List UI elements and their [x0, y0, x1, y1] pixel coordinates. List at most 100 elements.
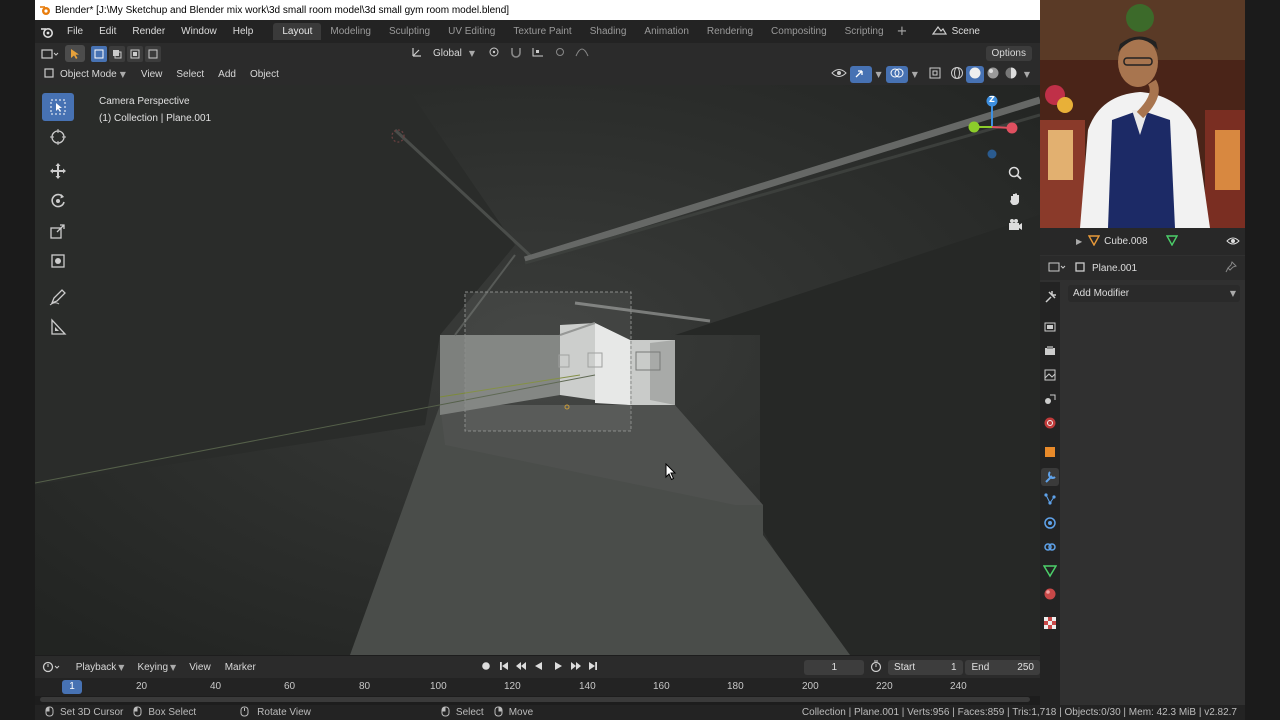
tool-select-box[interactable] — [42, 93, 74, 121]
pan-hand-icon[interactable] — [1007, 191, 1023, 210]
jump-keyframe-forward-icon[interactable] — [567, 661, 585, 674]
select-tool-icon[interactable] — [65, 45, 85, 62]
scene-name[interactable]: Scene — [952, 26, 1040, 37]
selection-mode-subtract-icon[interactable] — [127, 45, 143, 62]
tool-scale[interactable] — [42, 217, 74, 245]
timeline-menu-view[interactable]: View — [182, 662, 218, 673]
jump-start-icon[interactable] — [496, 661, 512, 674]
menu-help[interactable]: Help — [225, 26, 262, 37]
selection-mode-intersect-icon[interactable] — [145, 45, 161, 62]
tab-object-icon[interactable] — [1043, 445, 1057, 462]
tab-constraints-icon[interactable] — [1043, 540, 1057, 557]
object-mode-dropdown[interactable]: Object Mode — [58, 69, 120, 80]
options-dropdown[interactable]: Options — [985, 46, 1032, 61]
timeline-menu-marker[interactable]: Marker — [218, 662, 263, 673]
tab-sculpting[interactable]: Sculpting — [380, 23, 439, 40]
frame-start-field[interactable]: Start 1 — [888, 659, 963, 675]
add-workspace-icon[interactable]: + — [893, 24, 912, 39]
outliner-item[interactable]: ▶ Cube.008 — [1076, 234, 1178, 249]
transform-orientation-dropdown[interactable]: Global — [426, 48, 469, 59]
tool-move[interactable] — [42, 157, 74, 185]
add-modifier-dropdown[interactable]: Add Modifier ▼ — [1068, 285, 1240, 302]
shading-rendered-icon[interactable] — [1002, 66, 1020, 83]
jump-end-icon[interactable] — [585, 661, 601, 674]
tab-output-icon[interactable] — [1043, 344, 1057, 361]
tab-animation[interactable]: Animation — [635, 23, 697, 40]
timeline-menu-playback[interactable]: Playback — [69, 662, 119, 673]
current-frame-field[interactable]: 1 — [804, 659, 865, 675]
tab-uv-editing[interactable]: UV Editing — [439, 23, 504, 40]
tool-transform[interactable] — [42, 247, 74, 275]
tool-rotate[interactable] — [42, 187, 74, 215]
tab-view-layer-icon[interactable] — [1043, 368, 1057, 385]
zoom-icon[interactable] — [1007, 165, 1023, 184]
selection-mode-extend-icon[interactable] — [109, 45, 125, 62]
tab-scene-icon[interactable] — [1043, 392, 1057, 409]
snap-target-icon[interactable] — [527, 46, 549, 61]
timeline-playhead[interactable]: 1 — [62, 680, 82, 694]
falloff-icon[interactable] — [571, 46, 593, 61]
play-icon[interactable] — [546, 661, 567, 674]
tab-render-icon[interactable] — [1043, 320, 1057, 337]
play-reverse-icon[interactable] — [530, 661, 546, 674]
camera-view-icon[interactable] — [1007, 217, 1023, 236]
tab-modeling[interactable]: Modeling — [321, 23, 380, 40]
gizmo-toggle-icon[interactable] — [849, 66, 872, 83]
tab-data-icon[interactable] — [1042, 564, 1058, 581]
preview-range-icon[interactable] — [864, 660, 888, 675]
chevron-down-icon: ▼ — [468, 49, 476, 58]
tab-rendering[interactable]: Rendering — [698, 23, 762, 40]
timeline-menu-keying[interactable]: Keying — [130, 662, 170, 673]
tab-layout[interactable]: Layout — [273, 23, 322, 40]
menu-render[interactable]: Render — [124, 26, 173, 37]
menu-file[interactable]: File — [59, 26, 91, 37]
snap-icon[interactable] — [505, 46, 527, 61]
menu-edit[interactable]: Edit — [91, 26, 124, 37]
scene-icon[interactable] — [928, 24, 952, 39]
pin-icon[interactable] — [1225, 260, 1237, 276]
properties-tabs — [1040, 282, 1060, 705]
tab-material-icon[interactable] — [1043, 587, 1057, 604]
tab-scripting[interactable]: Scripting — [836, 23, 893, 40]
navigation-gizmo[interactable]: Z — [957, 91, 1027, 161]
tab-tool-icon[interactable] — [1043, 290, 1057, 307]
timeline-scrollbar[interactable] — [40, 697, 1030, 702]
jump-keyframe-back-icon[interactable] — [512, 661, 530, 674]
viewport-menu-add[interactable]: Add — [211, 69, 243, 80]
shading-wireframe-icon[interactable] — [948, 66, 966, 83]
tool-measure[interactable] — [42, 313, 74, 341]
tab-texture-paint[interactable]: Texture Paint — [504, 23, 580, 40]
expand-arrow-icon[interactable]: ▶ — [1076, 237, 1082, 246]
mouse-left-icon — [441, 706, 450, 720]
proportional-editing-icon[interactable] — [549, 46, 571, 61]
frame-end-field[interactable]: End 250 — [965, 659, 1040, 675]
tab-modifiers-icon[interactable] — [1041, 468, 1059, 486]
overlay-toggle-icon[interactable] — [885, 66, 908, 83]
viewport-menu-select[interactable]: Select — [169, 69, 211, 80]
visibility-eye-icon[interactable] — [1226, 236, 1240, 249]
tab-shading[interactable]: Shading — [581, 23, 636, 40]
shading-solid-icon[interactable] — [965, 66, 984, 83]
tool-annotate[interactable] — [42, 283, 74, 311]
viewport-menu-object[interactable]: Object — [243, 69, 286, 80]
timeline-editor-type-icon[interactable] — [35, 661, 69, 673]
3d-viewport[interactable]: Z — [35, 85, 1040, 655]
tab-physics-icon[interactable] — [1043, 516, 1057, 533]
record-button-icon[interactable] — [476, 661, 496, 674]
tab-particles-icon[interactable] — [1043, 492, 1057, 509]
tab-world-icon[interactable] — [1043, 416, 1057, 433]
selection-mode-new-icon[interactable] — [91, 45, 107, 62]
tab-texture-icon[interactable] — [1043, 616, 1057, 633]
blender-menu-icon[interactable] — [35, 26, 59, 38]
visibility-toggle-icon[interactable] — [828, 67, 850, 82]
editor-type-icon[interactable] — [35, 48, 65, 60]
menu-window[interactable]: Window — [173, 26, 225, 37]
mesh-data-icon[interactable] — [1165, 234, 1178, 249]
tool-cursor[interactable] — [42, 123, 74, 151]
properties-editor-type-icon[interactable] — [1048, 261, 1066, 276]
viewport-menu-view[interactable]: View — [134, 69, 170, 80]
tab-compositing[interactable]: Compositing — [762, 23, 836, 40]
pivot-point-icon[interactable] — [483, 46, 505, 61]
shading-material-icon[interactable] — [984, 66, 1002, 83]
xray-toggle-icon[interactable] — [922, 66, 948, 83]
